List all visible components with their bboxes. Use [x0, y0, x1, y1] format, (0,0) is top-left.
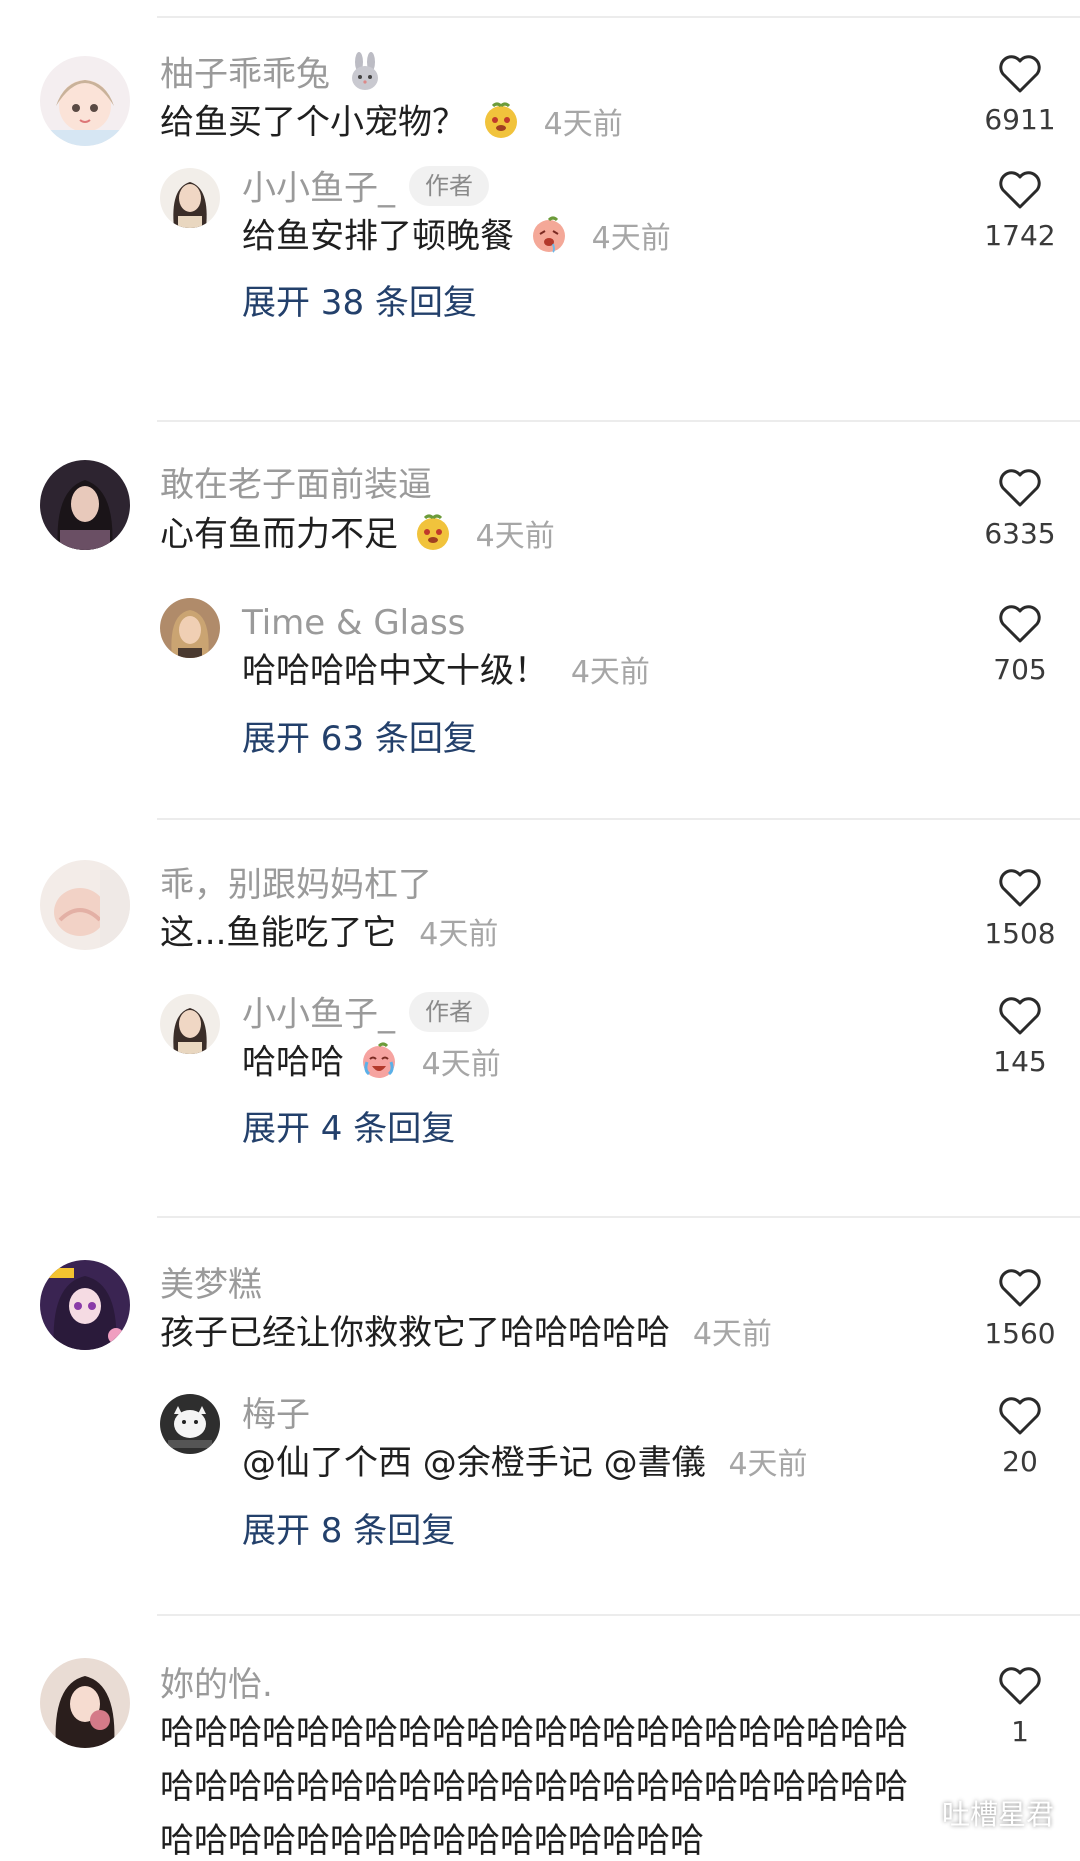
like-count: 6911 [984, 103, 1056, 136]
thread-divider [157, 1614, 1080, 1616]
like-button[interactable]: 6911 [960, 54, 1080, 134]
comment-time: 4天前 [543, 106, 623, 142]
avatar[interactable] [40, 860, 130, 950]
avatar[interactable] [40, 460, 130, 550]
avatar[interactable] [160, 598, 220, 658]
reply-username[interactable]: 小小鱼子_ 作者 [242, 166, 489, 210]
like-count: 705 [993, 653, 1047, 686]
bear-face-emoji-icon [481, 100, 521, 140]
crying-laughing-peach-emoji-icon [359, 1040, 399, 1080]
comment-text: 给鱼买了个小宠物？ 4天前 [160, 102, 623, 144]
avatar[interactable] [160, 1394, 220, 1454]
comment-username[interactable]: 敢在老子面前装逼 [160, 468, 432, 502]
like-count: 6335 [984, 517, 1056, 550]
reply-username[interactable]: Time & Glass [242, 606, 465, 640]
author-badge: 作者 [409, 992, 489, 1032]
heart-icon [999, 869, 1041, 907]
like-button[interactable]: 1508 [960, 868, 1080, 948]
heart-icon [999, 1269, 1041, 1307]
reply-time: 4天前 [591, 220, 671, 256]
like-count: 1742 [984, 219, 1056, 252]
like-button[interactable]: 1742 [960, 170, 1080, 250]
expand-replies-button[interactable]: 展开 38 条回复 [242, 286, 477, 320]
heart-icon [999, 55, 1041, 93]
like-button[interactable]: 705 [960, 604, 1080, 684]
like-count: 1508 [984, 917, 1056, 950]
heart-icon [999, 997, 1041, 1035]
avatar[interactable] [40, 1658, 130, 1748]
reply-username[interactable]: 小小鱼子_ 作者 [242, 992, 489, 1036]
wechat-icon [901, 1803, 935, 1828]
reply-username[interactable]: 梅子 [242, 1398, 310, 1432]
avatar[interactable] [40, 1260, 130, 1350]
heart-icon [999, 469, 1041, 507]
like-button[interactable]: 6335 [960, 468, 1080, 548]
expand-replies-button[interactable]: 展开 4 条回复 [242, 1112, 455, 1146]
top-divider [157, 16, 1080, 18]
drooling-peach-emoji-icon [529, 214, 569, 254]
comment-text: 这...鱼能吃了它 4天前 [160, 913, 499, 953]
reply-time: 4天前 [421, 1046, 501, 1082]
reply-time: 4天前 [728, 1447, 808, 1482]
heart-icon [999, 171, 1041, 209]
comment-username[interactable]: 乖，别跟妈妈杠了 [160, 868, 432, 902]
comment-username[interactable]: 美梦糕 [160, 1268, 262, 1302]
watermark: 吐槽星君 [901, 1793, 1054, 1833]
heart-icon [999, 1667, 1041, 1705]
thread-divider [157, 420, 1080, 422]
like-button[interactable]: 145 [960, 996, 1080, 1076]
comment-text: 哈哈哈哈哈哈哈哈哈哈哈哈哈哈哈哈哈哈哈哈哈哈哈哈哈哈哈哈哈哈哈哈哈哈哈哈哈哈哈哈… [160, 1713, 908, 1861]
author-badge: 作者 [409, 166, 489, 206]
bunny-emoji-icon [345, 52, 385, 92]
comment-username[interactable]: 柚子乖乖兔 [160, 52, 385, 96]
like-count: 1 [1011, 1715, 1029, 1748]
expand-replies-button[interactable]: 展开 8 条回复 [242, 1514, 455, 1548]
reply-text: 给鱼安排了顿晚餐 4天前 [242, 216, 671, 258]
thread-divider [157, 818, 1080, 820]
comment-text: 孩子已经让你救救它了哈哈哈哈哈 4天前 [160, 1313, 772, 1353]
avatar[interactable] [160, 994, 220, 1054]
reply-text: 哈哈哈哈中文十级！ 4天前 [242, 651, 650, 691]
like-button[interactable]: 1560 [960, 1268, 1080, 1348]
comment-time: 4天前 [419, 917, 499, 952]
reply-time: 4天前 [570, 655, 650, 690]
comment-username[interactable]: 妳的怡. [160, 1668, 273, 1702]
like-button[interactable]: 1 [960, 1666, 1080, 1746]
like-count: 145 [993, 1045, 1047, 1078]
heart-icon [999, 605, 1041, 643]
like-count: 1560 [984, 1317, 1056, 1350]
like-button[interactable]: 20 [960, 1396, 1080, 1476]
avatar[interactable] [40, 56, 130, 146]
reply-text: @仙了个西 @余橙手记 @書儀 4天前 [242, 1443, 808, 1483]
reply-text: 哈哈哈 4天前 [242, 1042, 501, 1084]
avatar[interactable] [160, 168, 220, 228]
comment-time: 4天前 [692, 1317, 772, 1352]
comment-text: 心有鱼而力不足 4天前 [160, 514, 555, 556]
bear-face-emoji-icon [413, 512, 453, 552]
like-count: 20 [1002, 1445, 1038, 1478]
heart-icon [999, 1397, 1041, 1435]
comment-time: 4天前 [475, 518, 555, 554]
expand-replies-button[interactable]: 展开 63 条回复 [242, 722, 477, 756]
thread-divider [157, 1216, 1080, 1218]
